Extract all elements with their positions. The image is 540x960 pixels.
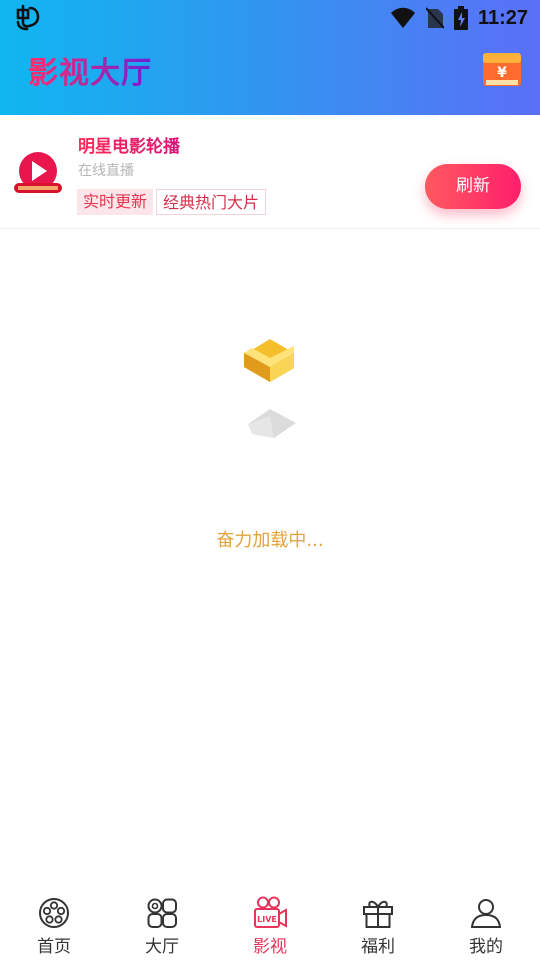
tag-list: 实时更新 经典热门大片 (77, 189, 267, 215)
svg-text:LIVE: LIVE (257, 915, 277, 924)
bottom-nav: 首页 大厅 LIVE 影视 福利 我的 (0, 884, 540, 960)
nav-item-mine[interactable]: 我的 (432, 884, 540, 960)
yuan-wallet-icon[interactable]: ¥ (482, 50, 522, 88)
nav-label-hall: 大厅 (145, 937, 179, 957)
nav-item-welfare[interactable]: 福利 (324, 884, 432, 960)
tag-classic: 经典热门大片 (156, 189, 267, 215)
card-title: 明星电影轮播 (78, 132, 180, 157)
channel-card: 明星电影轮播 在线直播 实时更新 经典热门大片 刷新 (0, 115, 540, 229)
nav-item-hall[interactable]: 大厅 (108, 884, 216, 960)
user-icon (470, 899, 502, 928)
grid-hall-icon (147, 898, 177, 928)
live-camera-icon: LIVE (254, 896, 287, 928)
card-subtitle: 在线直播 (78, 163, 134, 179)
app-notification-icon (16, 4, 40, 31)
nav-label-home: 首页 (37, 937, 71, 957)
no-sim-icon (425, 7, 444, 29)
app-header: 11:27 影视大厅 ¥ (0, 0, 540, 115)
nav-label-mine: 我的 (469, 937, 503, 957)
gift-icon (363, 900, 393, 928)
battery-charging-icon (453, 6, 468, 30)
nav-label-movies: 影视 (253, 937, 287, 957)
refresh-button[interactable]: 刷新 (425, 164, 521, 209)
wifi-icon (390, 7, 415, 28)
loading-text: 奋力加载中... (216, 530, 324, 551)
nav-item-home[interactable]: 首页 (0, 884, 108, 960)
yuan-symbol: ¥ (497, 65, 507, 81)
channel-logo (14, 152, 62, 193)
nav-item-movies[interactable]: LIVE 影视 (216, 884, 324, 960)
status-time: 11:27 (477, 6, 528, 29)
page-title: 影视大厅 (28, 48, 152, 92)
tag-realtime: 实时更新 (77, 189, 154, 215)
film-reel-icon (39, 898, 69, 928)
status-bar: 11:27 (0, 0, 540, 36)
nav-label-welfare: 福利 (361, 937, 395, 957)
loading-blocks-icon (244, 339, 296, 438)
